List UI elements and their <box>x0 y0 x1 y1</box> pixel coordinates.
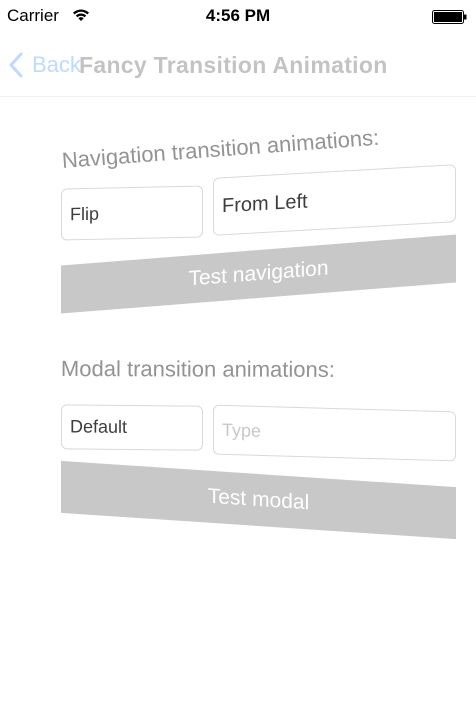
modal-animation-field[interactable]: Default <box>61 404 203 451</box>
navigation-animation-field[interactable]: Flip <box>61 185 203 241</box>
test-modal-button[interactable]: Test modal <box>61 460 456 540</box>
modal-type-field[interactable]: Type <box>213 404 456 462</box>
app-screen: Carrier 4:56 PM Back Fancy Transition An… <box>0 0 476 721</box>
navigation-section-title: Navigation transition animations: <box>61 124 380 173</box>
modal-section-title: Modal transition animations: <box>60 356 335 382</box>
test-navigation-label: Test navigation <box>188 256 329 291</box>
modal-type-placeholder: Type <box>222 419 262 441</box>
test-modal-label: Test modal <box>207 484 310 515</box>
content-panel: Navigation transition animations: Flip F… <box>0 0 476 721</box>
navigation-direction-field[interactable]: From Left <box>213 164 456 236</box>
navigation-animation-value: Flip <box>70 203 100 224</box>
navigation-direction-value: From Left <box>222 190 308 217</box>
test-navigation-button[interactable]: Test navigation <box>61 234 456 314</box>
modal-animation-value: Default <box>70 416 128 437</box>
